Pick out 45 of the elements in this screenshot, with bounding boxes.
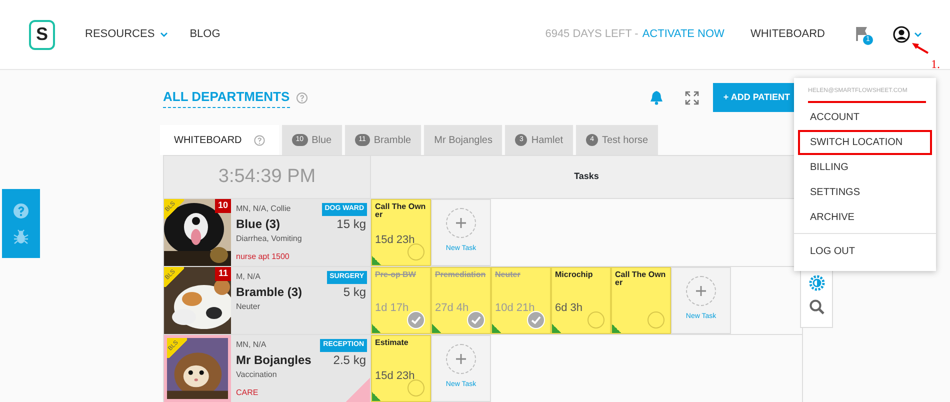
weight-text: 5 kg [343, 284, 366, 301]
logout-item[interactable]: LOG OUT [798, 239, 932, 264]
menu-item[interactable]: SWITCH LOCATION [798, 130, 932, 155]
patient-details: M, N/A [236, 271, 260, 283]
task-card[interactable]: Call The Owner 15d 23h [371, 199, 431, 266]
task-due: 1d 17h [375, 301, 409, 316]
trial-days-text: 6945 DAYS LEFT - [545, 27, 638, 42]
patient-details: MN, N/A [236, 339, 266, 351]
patient-name[interactable]: Bramble (3) [236, 283, 302, 301]
number-badge: 10 [214, 199, 231, 212]
weight-text: 2.5 kg [333, 352, 366, 369]
tab[interactable]: WHITEBOARD [160, 125, 279, 155]
task-title: Call The Owner [615, 271, 667, 288]
problem-text: Vaccination [236, 369, 278, 381]
task-card[interactable]: Call The Owner [611, 267, 671, 334]
note-text: nurse apt 1500 [236, 251, 290, 263]
nav-link[interactable]: BLOG [190, 26, 220, 43]
task-due: 10d 21h [495, 301, 535, 316]
task-due: 15d 23h [375, 233, 415, 248]
nav-link[interactable]: RESOURCES [85, 26, 168, 43]
menu-item[interactable]: ACCOUNT [798, 105, 932, 130]
annotation-label: 1. [931, 56, 940, 73]
logo[interactable]: S [29, 20, 55, 50]
patient-name[interactable]: Mr Bojangles [236, 351, 312, 369]
task-title: Neuter [495, 271, 522, 280]
number-badge: 11 [215, 267, 231, 280]
problem-text: Diarrhea, Vomiting [236, 233, 303, 245]
clock-cell: 3:54:39 PM [164, 156, 371, 198]
patient-details: MN, N/A, Collie [236, 203, 291, 215]
task-title: Microchip [555, 271, 594, 280]
task-due: 6d 3h [555, 301, 583, 316]
menu-item[interactable]: ARCHIVE [798, 205, 932, 230]
task-due: 27d 4h [435, 301, 469, 316]
problem-text: Neuter [236, 301, 262, 313]
weight-text: 15 kg [336, 216, 366, 233]
patient-name[interactable]: Blue (3) [236, 215, 280, 233]
task-title: Call The Owner [375, 203, 427, 220]
task-title: Pre-op BW [375, 271, 417, 280]
task-card[interactable]: Microchip 6d 3h [551, 267, 611, 334]
task-title: Estimate [375, 339, 410, 348]
whiteboard-link[interactable]: WHITEBOARD [750, 26, 825, 43]
task-due: 15d 23h [375, 369, 415, 384]
task-card[interactable]: Estimate 15d 23h [371, 335, 431, 402]
note-text: CARE [236, 387, 258, 399]
task-title: Premediation [435, 271, 487, 280]
